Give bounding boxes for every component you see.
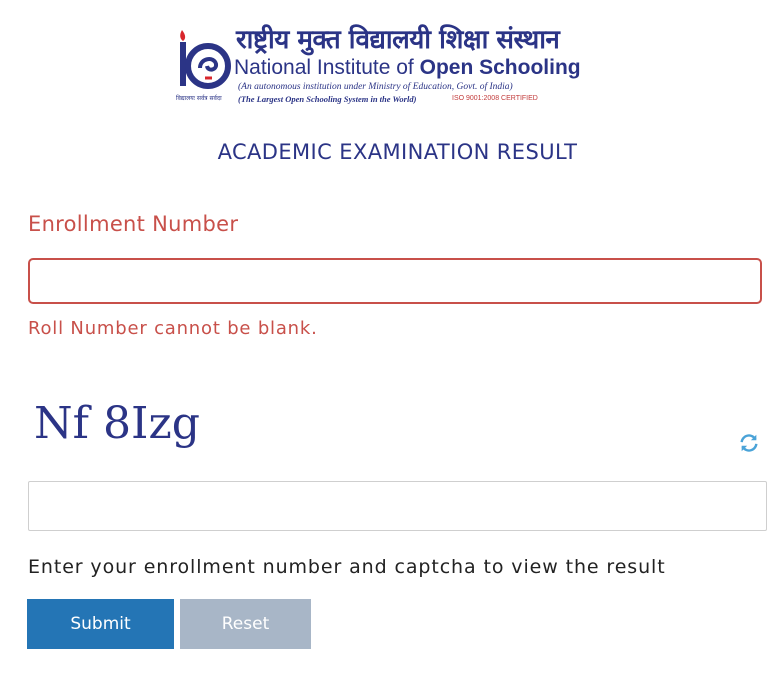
submit-button[interactable]: Submit xyxy=(27,599,174,649)
captcha-image: Nf 8Izg xyxy=(34,398,200,449)
logo-english-part1: National Institute of xyxy=(234,56,420,79)
logo-iso-badge: ISO 9001:2008 CERTIFIED xyxy=(452,95,538,102)
logo-tagline: (The Largest Open Schooling System in th… xyxy=(238,94,417,104)
logo-english-part2: Open Schooling xyxy=(419,56,581,79)
reset-button[interactable]: Reset xyxy=(180,599,311,649)
instruction-text: Enter your enrollment number and captcha… xyxy=(28,556,666,578)
nios-emblem-icon xyxy=(180,30,231,89)
enrollment-number-input[interactable] xyxy=(28,258,762,304)
result-page: राष्ट्रीय मुक्त विद्यालयी शिक्षा संस्थान… xyxy=(0,0,779,681)
nios-logo: राष्ट्रीय मुक्त विद्यालयी शिक्षा संस्थान… xyxy=(176,24,616,108)
refresh-icon[interactable] xyxy=(738,432,760,454)
logo-english-name: National Institute of Open Schooling xyxy=(234,56,581,80)
captcha-text: Nf 8Izg xyxy=(34,398,200,449)
captcha-input[interactable] xyxy=(28,481,767,531)
logo-emblem-text: विद्यालयः सर्वत्र सर्वदा xyxy=(176,95,222,102)
enrollment-label: Enrollment Number xyxy=(28,212,239,236)
page-title: ACADEMIC EXAMINATION RESULT xyxy=(217,140,578,164)
enrollment-error-message: Roll Number cannot be blank. xyxy=(28,318,318,339)
logo-subtitle: (An autonomous institution under Ministr… xyxy=(238,82,513,92)
logo-hindi-name: राष्ट्रीय मुक्त विद्यालयी शिक्षा संस्थान xyxy=(236,25,560,55)
